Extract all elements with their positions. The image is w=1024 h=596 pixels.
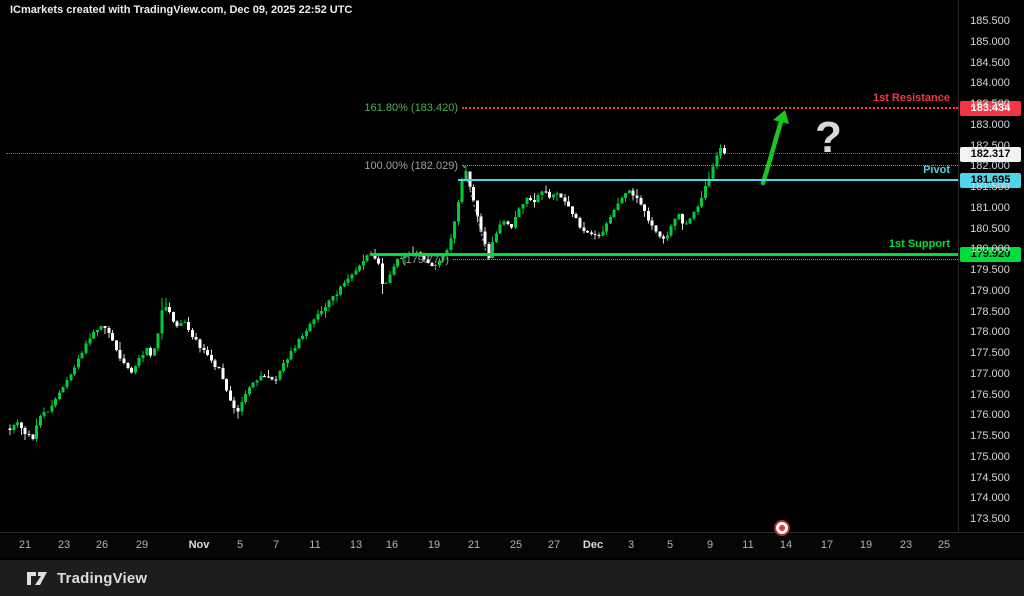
- price-axis-label: 178.500: [959, 306, 1021, 318]
- time-axis[interactable]: 21 23 26 29 Nov 5 7 11 13 16 19 21 25 27 Dec 3 5 9 11 14 17 1…: [0, 533, 1024, 559]
- time-axis-label: Nov: [189, 539, 210, 551]
- price-axis-label: 181.000: [959, 202, 1021, 214]
- price-axis-label: 185.000: [959, 36, 1021, 48]
- up-trend-arrowhead: [773, 110, 789, 124]
- time-axis-label: 21: [468, 539, 480, 551]
- price-axis-label: 179.000: [959, 285, 1021, 297]
- price-axis-label: 185.500: [959, 15, 1021, 27]
- price-axis-label: 177.500: [959, 347, 1021, 359]
- price-axis-label: 184.500: [959, 57, 1021, 69]
- price-axis-label: 180.000: [959, 243, 1021, 255]
- time-axis-label: 19: [860, 539, 872, 551]
- price-axis-label: 179.500: [959, 264, 1021, 276]
- fib-line[interactable]: [462, 165, 958, 166]
- fib-line[interactable]: [453, 259, 958, 260]
- time-axis-label: 25: [938, 539, 950, 551]
- time-axis-label: 14: [780, 539, 792, 551]
- price-axis-label: 174.000: [959, 492, 1021, 504]
- footer-bar: TradingView: [0, 560, 1024, 596]
- chart-attribution: ICmarkets created with TradingView.com, …: [10, 4, 352, 16]
- last-price-line[interactable]: [6, 153, 958, 154]
- time-axis-label: 5: [667, 539, 673, 551]
- time-axis-label: 29: [136, 539, 148, 551]
- price-axis-label: 173.500: [959, 513, 1021, 525]
- time-axis-label: 5: [237, 539, 243, 551]
- tradingview-logo-icon[interactable]: [26, 568, 48, 588]
- fib-label-161-80: 161.80% (183.420): [0, 102, 458, 114]
- time-axis-label: 7: [273, 539, 279, 551]
- price-axis-label: 175.500: [959, 430, 1021, 442]
- drawings-overlay: [0, 0, 958, 532]
- support-label: 1st Support: [0, 238, 950, 250]
- price-axis-label: 183.000: [959, 119, 1021, 131]
- price-axis-label: 177.000: [959, 368, 1021, 380]
- time-axis-label: 17: [821, 539, 833, 551]
- support-line[interactable]: [371, 253, 958, 256]
- time-axis-label: 25: [510, 539, 522, 551]
- resistance-label: 1st Resistance: [0, 92, 950, 104]
- time-axis-label: 9: [707, 539, 713, 551]
- time-axis-label: 11: [742, 539, 753, 551]
- time-axis-label: 21: [19, 539, 31, 551]
- time-axis-label: 23: [58, 539, 70, 551]
- price-axis-label: 174.500: [959, 472, 1021, 484]
- resistance-line[interactable]: [462, 107, 958, 109]
- price-axis-label: 181.500: [959, 181, 1021, 193]
- price-axis-label: 176.500: [959, 389, 1021, 401]
- price-axis-label: 180.500: [959, 223, 1021, 235]
- price-axis-label: 183.500: [959, 98, 1021, 110]
- price-axis[interactable]: 183.434 182.317 181.695 179.920 185.5001…: [959, 0, 1024, 532]
- price-axis-label: 184.000: [959, 77, 1021, 89]
- time-axis-label: 26: [96, 539, 108, 551]
- pivot-line[interactable]: [458, 179, 958, 181]
- price-axis-label: 178.000: [959, 326, 1021, 338]
- time-axis-label: 13: [350, 539, 362, 551]
- time-axis-label: Dec: [583, 539, 603, 551]
- time-axis-label: 3: [628, 539, 634, 551]
- price-axis-label: 176.000: [959, 409, 1021, 421]
- price-axis-label: 182.500: [959, 140, 1021, 152]
- price-axis-label: 175.000: [959, 451, 1021, 463]
- time-axis-label: 16: [386, 539, 398, 551]
- time-axis-label: 23: [900, 539, 912, 551]
- chart-plot-area[interactable]: ICmarkets created with TradingView.com, …: [0, 0, 958, 532]
- price-axis-label: 182.000: [959, 160, 1021, 172]
- time-axis-label: 27: [548, 539, 560, 551]
- tradingview-chart-window: ICmarkets created with TradingView.com, …: [0, 0, 1024, 596]
- time-axis-label: 11: [309, 539, 320, 551]
- time-axis-label: 19: [428, 539, 440, 551]
- economic-event-marker-icon[interactable]: [774, 520, 790, 536]
- tradingview-wordmark[interactable]: TradingView: [57, 570, 147, 587]
